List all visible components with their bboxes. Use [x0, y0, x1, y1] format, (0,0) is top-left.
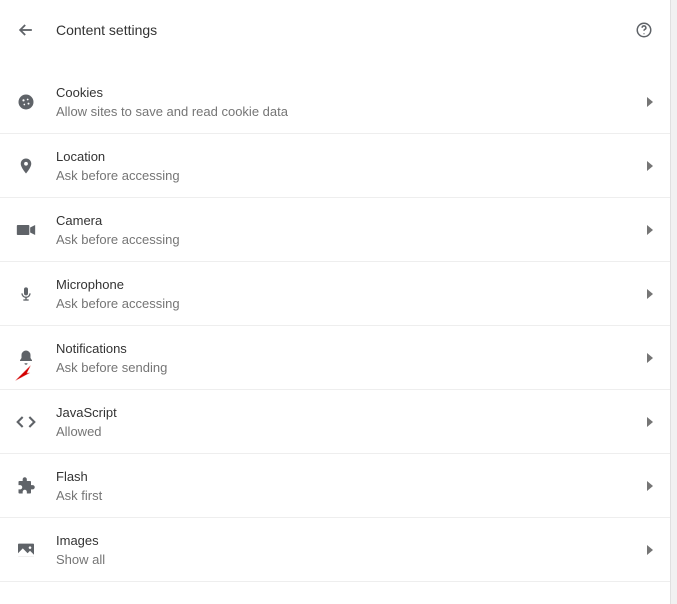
item-sub: Allowed	[56, 424, 646, 439]
item-label: Cookies	[56, 85, 646, 100]
settings-list: Cookies Allow sites to save and read coo…	[0, 60, 670, 604]
item-label: Flash	[56, 469, 646, 484]
back-button[interactable]	[14, 18, 38, 42]
puzzle-icon	[14, 476, 38, 496]
page-title: Content settings	[56, 22, 634, 38]
header: Content settings	[0, 0, 670, 60]
cookie-icon	[14, 92, 38, 112]
help-icon	[635, 21, 653, 39]
item-sub: Ask first	[56, 488, 646, 503]
item-images[interactable]: Images Show all	[0, 518, 670, 582]
chevron-right-icon	[646, 481, 654, 491]
item-sub: Ask before accessing	[56, 296, 646, 311]
item-text: Cookies Allow sites to save and read coo…	[56, 85, 646, 119]
chevron-right-icon	[646, 97, 654, 107]
item-label: Camera	[56, 213, 646, 228]
item-label: Notifications	[56, 341, 646, 356]
item-text: Flash Ask first	[56, 469, 646, 503]
chevron-right-icon	[646, 353, 654, 363]
chevron-right-icon	[646, 417, 654, 427]
item-text: Notifications Ask before sending	[56, 341, 646, 375]
item-location[interactable]: Location Ask before accessing	[0, 134, 670, 198]
arrow-back-icon	[16, 20, 36, 40]
item-sub: Ask before accessing	[56, 232, 646, 247]
camera-icon	[14, 223, 38, 237]
item-notifications[interactable]: Notifications Ask before sending	[0, 326, 670, 390]
bell-icon	[14, 348, 38, 368]
item-text: Location Ask before accessing	[56, 149, 646, 183]
chevron-right-icon	[646, 161, 654, 171]
item-text: Microphone Ask before accessing	[56, 277, 646, 311]
item-microphone[interactable]: Microphone Ask before accessing	[0, 262, 670, 326]
item-text: Images Show all	[56, 533, 646, 567]
code-icon	[14, 415, 38, 429]
item-popups[interactable]: Popups	[0, 582, 670, 604]
item-label: Images	[56, 533, 646, 548]
item-cookies[interactable]: Cookies Allow sites to save and read coo…	[0, 70, 670, 134]
item-sub: Ask before accessing	[56, 168, 646, 183]
item-text: JavaScript Allowed	[56, 405, 646, 439]
item-flash[interactable]: Flash Ask first	[0, 454, 670, 518]
item-javascript[interactable]: JavaScript Allowed	[0, 390, 670, 454]
location-icon	[14, 156, 38, 176]
chevron-right-icon	[646, 545, 654, 555]
item-label: Location	[56, 149, 646, 164]
image-icon	[14, 542, 38, 558]
item-text: Camera Ask before accessing	[56, 213, 646, 247]
item-label: Microphone	[56, 277, 646, 292]
item-sub: Ask before sending	[56, 360, 646, 375]
item-camera[interactable]: Camera Ask before accessing	[0, 198, 670, 262]
chevron-right-icon	[646, 225, 654, 235]
scrollbar-track[interactable]	[670, 0, 677, 604]
mic-icon	[14, 284, 38, 304]
item-label: JavaScript	[56, 405, 646, 420]
chevron-right-icon	[646, 289, 654, 299]
item-sub: Show all	[56, 552, 646, 567]
item-sub: Allow sites to save and read cookie data	[56, 104, 646, 119]
help-button[interactable]	[634, 20, 654, 40]
